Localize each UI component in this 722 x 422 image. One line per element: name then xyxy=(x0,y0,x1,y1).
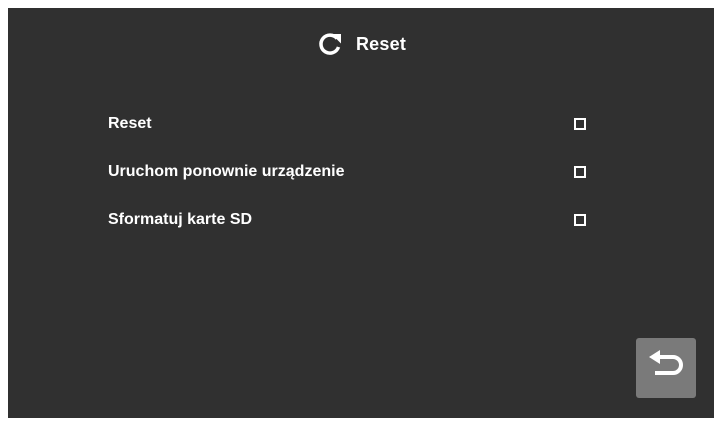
option-row-reset[interactable]: Reset xyxy=(108,100,586,148)
format-sd-checkbox[interactable] xyxy=(574,214,586,226)
option-label: Reset xyxy=(108,115,152,132)
reset-screen: Reset Reset Uruchom ponownie urządzenie … xyxy=(8,8,714,418)
option-row-restart-device[interactable]: Uruchom ponownie urządzenie xyxy=(108,148,586,196)
screen-header: Reset xyxy=(8,28,714,60)
reset-options-list: Reset Uruchom ponownie urządzenie Sforma… xyxy=(108,100,586,244)
option-label: Uruchom ponownie urządzenie xyxy=(108,163,345,180)
reset-checkbox[interactable] xyxy=(574,118,586,130)
refresh-icon xyxy=(316,30,344,58)
back-button[interactable] xyxy=(636,338,696,398)
option-label: Sformatuj karte SD xyxy=(108,211,253,228)
page-title: Reset xyxy=(355,33,407,54)
option-row-format-sd[interactable]: Sformatuj karte SD xyxy=(108,196,586,244)
restart-device-checkbox[interactable] xyxy=(574,166,586,178)
return-arrow-icon xyxy=(645,349,687,387)
